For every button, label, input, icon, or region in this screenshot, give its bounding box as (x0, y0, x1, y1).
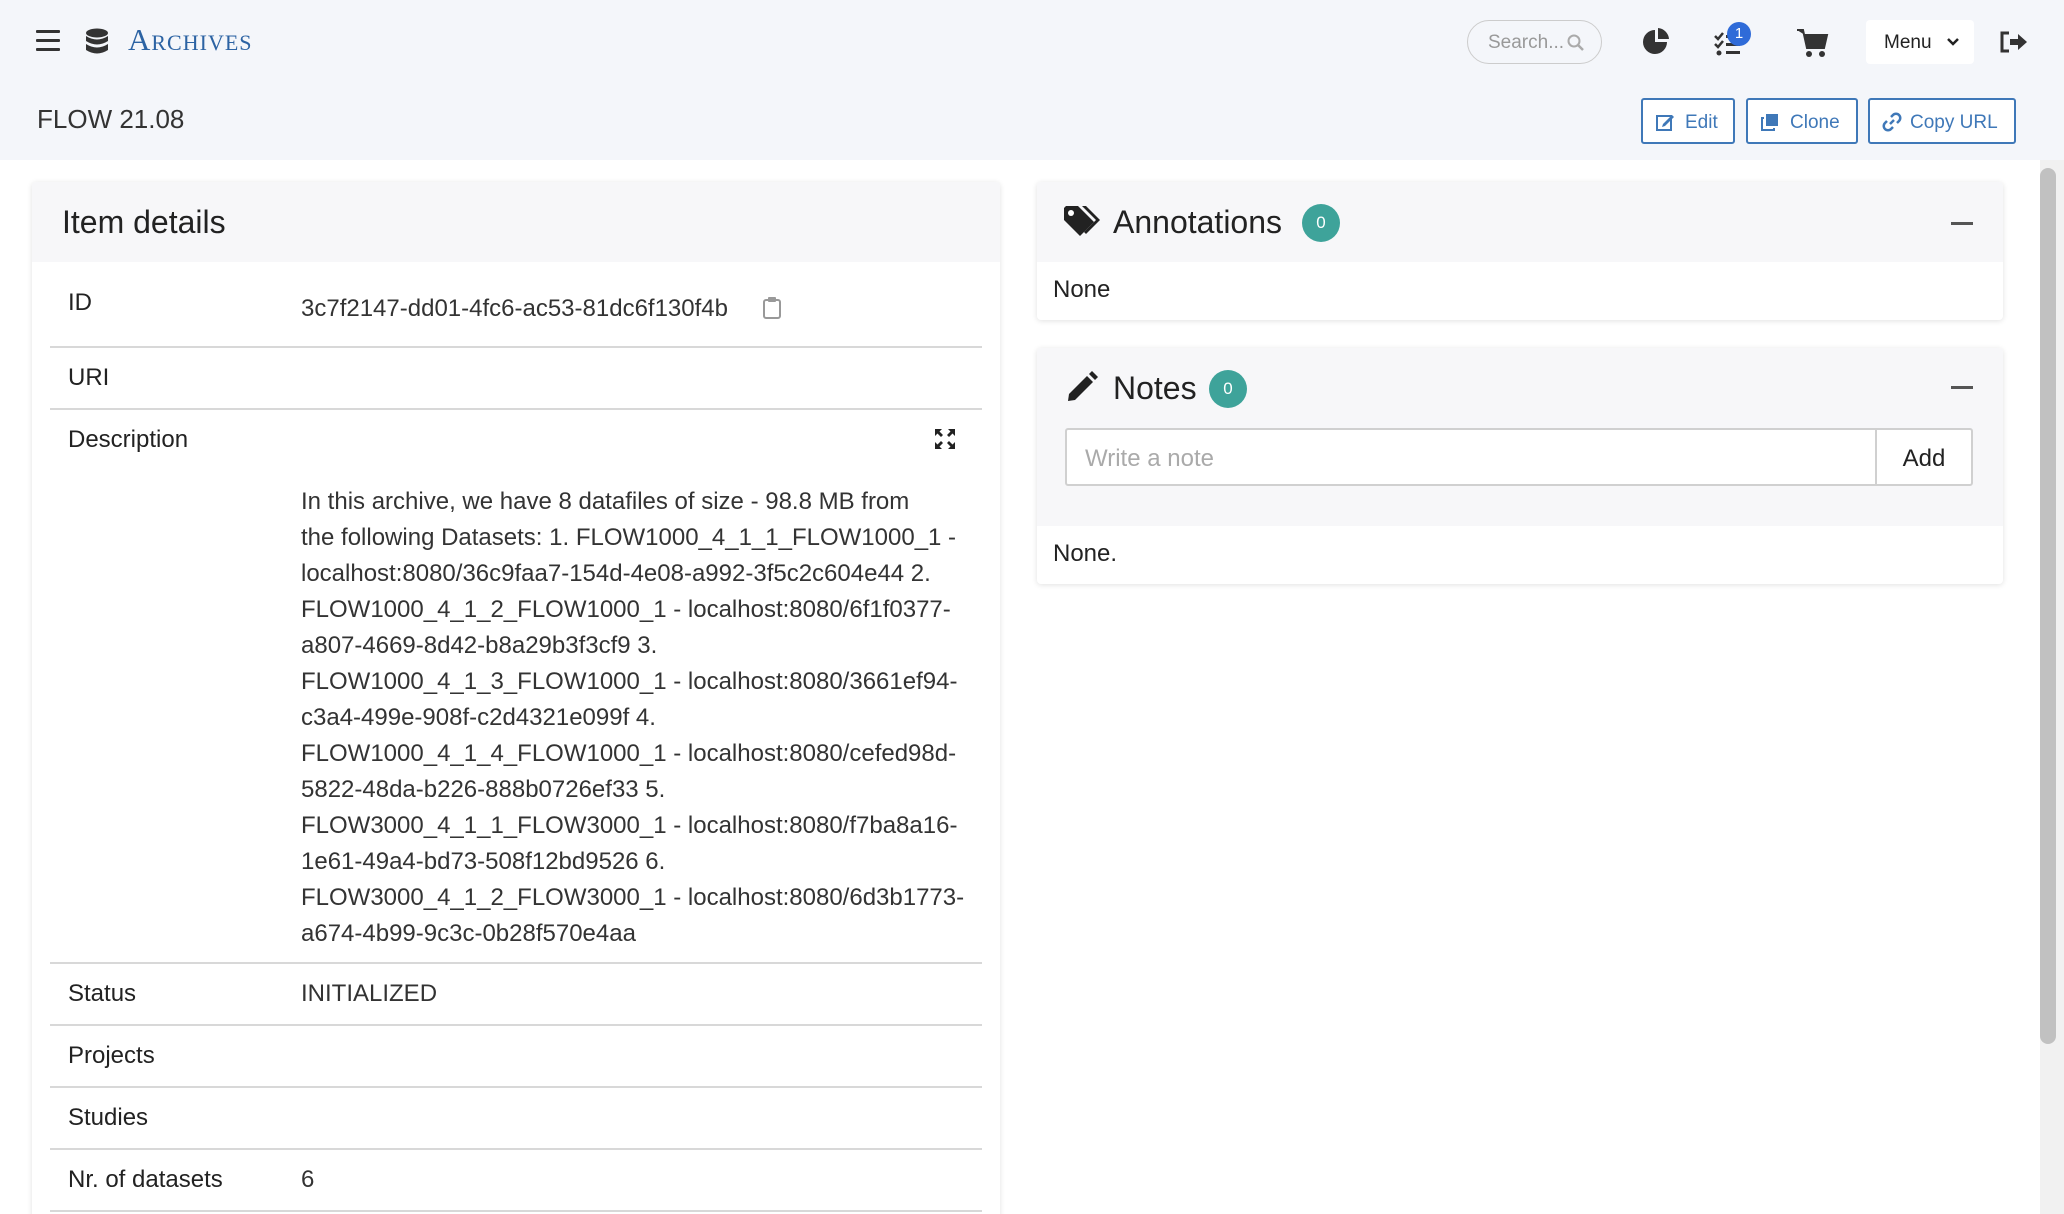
pie-chart-icon[interactable] (1638, 24, 1674, 60)
pencil-icon (1068, 371, 1098, 401)
tags-icon (1064, 206, 1100, 236)
page-title: FLOW 21.08 (37, 104, 185, 134)
id-label: ID (68, 289, 92, 316)
description-line: FLOW1000_4_1_2_FLOW1000_1 - localhost:80… (301, 596, 951, 623)
id-value: 3c7f2147-dd01-4fc6-ac53-81dc6f130f4b (301, 295, 728, 322)
chevron-down-icon (1947, 38, 1959, 46)
edit-button[interactable]: Edit (1641, 98, 1735, 144)
expand-icon[interactable] (932, 426, 958, 452)
description-line: FLOW1000_4_1_3_FLOW1000_1 - localhost:80… (301, 668, 958, 695)
link-icon (1882, 112, 1902, 132)
collapse-icon[interactable] (1951, 386, 1973, 389)
menu-label: Menu (1884, 32, 1932, 53)
tasks-badge: 1 (1727, 22, 1751, 46)
search-icon (1567, 34, 1584, 51)
notes-card: Notes 0 Write a note Add None. (1037, 348, 2003, 584)
logout-icon[interactable] (1996, 24, 2032, 60)
clone-icon (1761, 114, 1778, 131)
add-note-button[interactable]: Add (1875, 428, 1973, 486)
annotations-header: Annotations 0 (1037, 182, 2003, 262)
description-label: Description (68, 426, 189, 453)
note-input-placeholder: Write a note (1085, 445, 1214, 472)
description-text: In this archive, we have 8 datafiles of … (301, 484, 981, 952)
collapse-icon[interactable] (1951, 222, 1973, 225)
hamburger-icon[interactable] (36, 30, 62, 52)
description-line: localhost:8080/36c9faa7-154d-4e08-a992-3… (301, 560, 931, 587)
annotations-count-badge: 0 (1302, 204, 1340, 242)
row-divider (50, 1210, 982, 1212)
edit-icon (1656, 115, 1674, 131)
row-divider (50, 1086, 982, 1088)
description-line: In this archive, we have 8 datafiles of … (301, 488, 910, 515)
notes-empty-text: None. (1053, 540, 1118, 567)
top-navbar: Archives Search... 1 Menu (0, 0, 2064, 84)
description-line: FLOW3000_4_1_1_FLOW3000_1 - localhost:80… (301, 812, 958, 839)
row-divider (50, 1024, 982, 1026)
description-line: FLOW1000_4_1_4_FLOW1000_1 - localhost:80… (301, 740, 957, 767)
description-line: 5822-48da-b226-888b0726ef33 5. (301, 776, 666, 803)
status-value: INITIALIZED (301, 980, 438, 1007)
row-divider (50, 346, 982, 348)
notes-header: Notes 0 Write a note Add (1037, 348, 2003, 526)
row-divider (50, 408, 982, 410)
scrollbar-thumb[interactable] (2040, 168, 2056, 1044)
item-details-card: Item details ID 3c7f2147-dd01-4fc6-ac53-… (32, 182, 1000, 1214)
uri-label: URI (68, 364, 110, 391)
description-line: c3a4-499e-908f-c2d4321e099f 4. (301, 704, 656, 731)
projects-label: Projects (68, 1042, 155, 1069)
notes-count-badge: 0 (1209, 370, 1247, 408)
description-line: a674-4b99-9c3c-0b28f570e4aa (301, 920, 636, 947)
search-input[interactable]: Search... (1467, 20, 1602, 64)
clone-button[interactable]: Clone (1746, 98, 1858, 144)
note-input[interactable]: Write a note (1065, 428, 1877, 486)
description-line: FLOW3000_4_1_2_FLOW3000_1 - localhost:80… (301, 884, 965, 911)
copy-url-button[interactable]: Copy URL (1868, 98, 2016, 144)
menu-dropdown[interactable]: Menu (1866, 20, 1974, 64)
annotations-title: Annotations (1113, 204, 1283, 240)
copy-url-label: Copy URL (1910, 112, 1998, 133)
datasets-label: Nr. of datasets (68, 1166, 223, 1193)
datasets-value: 6 (301, 1166, 315, 1193)
clipboard-icon[interactable] (762, 296, 782, 320)
annotations-card: Annotations 0 None (1037, 182, 2003, 320)
search-placeholder: Search... (1488, 32, 1565, 53)
notes-title: Notes (1113, 370, 1197, 406)
description-line: a807-4669-8d42-b8a29b3f3cf9 3. (301, 632, 658, 659)
brand-title[interactable]: Archives (128, 22, 253, 58)
row-divider (50, 1148, 982, 1150)
item-details-title: Item details (62, 204, 226, 240)
item-details-header: Item details (32, 182, 1000, 262)
status-label: Status (68, 980, 137, 1007)
database-icon (86, 28, 108, 54)
edit-label: Edit (1685, 112, 1718, 133)
annotations-empty-text: None (1053, 276, 1111, 303)
row-divider (50, 962, 982, 964)
description-line: 1e61-49a4-bd73-508f12bd9526 6. (301, 848, 666, 875)
clone-label: Clone (1790, 112, 1840, 133)
description-line: the following Datasets: 1. FLOW1000_4_1_… (301, 524, 957, 551)
cart-icon[interactable] (1795, 24, 1831, 60)
studies-label: Studies (68, 1104, 149, 1131)
